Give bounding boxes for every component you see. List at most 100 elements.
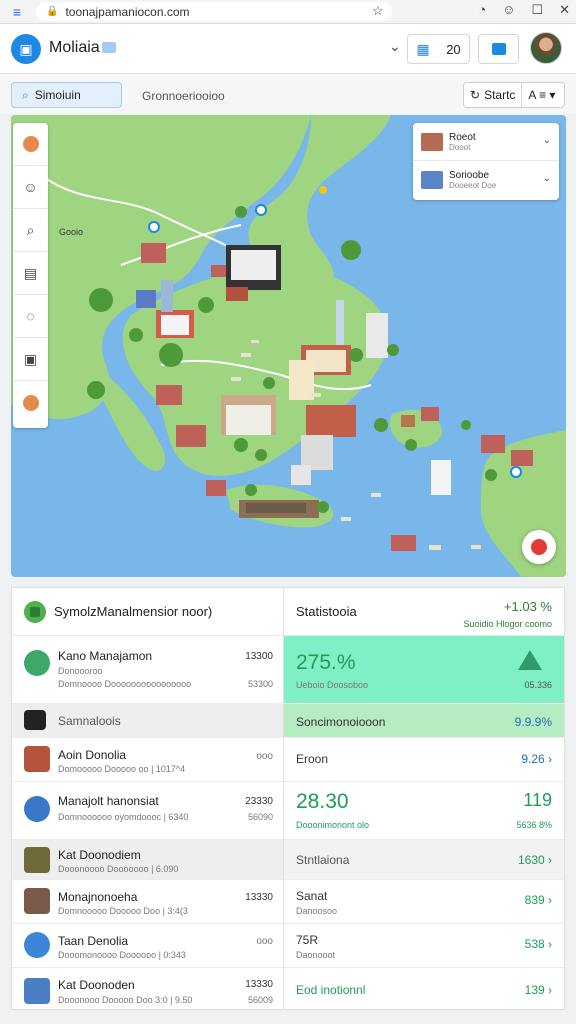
item-title: Manajolt hanonsiat: [58, 794, 159, 808]
item-title: Kat Doonoden: [58, 978, 135, 992]
maximize-icon[interactable]: ☐: [531, 2, 543, 18]
browser-controls: ◔ ☺ ☐ ✕: [478, 2, 570, 18]
item-value: 23330: [245, 796, 273, 807]
close-icon[interactable]: ✕: [559, 2, 570, 18]
record-icon: [531, 539, 547, 555]
trend-up-icon: [518, 650, 542, 670]
start-button[interactable]: ↻ Startc: [464, 83, 523, 107]
avatar[interactable]: [530, 32, 562, 64]
stat-right-sub: 5636 8%: [516, 820, 552, 830]
grid-icon: ▦: [416, 40, 430, 57]
item-value2: 56090: [247, 812, 273, 822]
map-tool-rail: ☺ ⌕ ▤ ◌ ▣: [13, 123, 48, 428]
chat-icon: ◌: [26, 308, 35, 324]
building-icon: [421, 132, 443, 151]
list-item[interactable]: Aoin Donolia Domooooo Dooooo oo | 1017^4…: [12, 738, 283, 782]
extension-icon[interactable]: ☺: [502, 2, 515, 18]
app-logo-icon[interactable]: ▣: [11, 34, 41, 64]
crate-icon: [24, 847, 50, 873]
layers-button[interactable]: [478, 34, 519, 64]
item-title: Aoin Donolia: [58, 748, 127, 762]
stat-label: Soncimonoiooon: [296, 715, 386, 729]
item-sub: Dooomonoooo Doooooo | 0:343: [58, 950, 186, 960]
title-badge: [102, 42, 116, 53]
stat-row[interactable]: Stntlaiona 1630 ›: [284, 840, 564, 880]
start-control[interactable]: ↻ Startc A ≡ ▾: [463, 82, 565, 108]
chat-button[interactable]: ◌: [13, 295, 48, 338]
stat-row[interactable]: 275.% Ueboio Doosoboo 05.336: [284, 636, 564, 704]
house-icon: [24, 888, 50, 914]
map-region-label: Gooio: [59, 227, 84, 237]
hamburger-icon[interactable]: ≡: [0, 4, 34, 20]
item-sub2: Domnoooo Doooooooooooooooo: [58, 679, 192, 689]
toolbar: ⌕ Simoiuin Gronnoeriooioo ↻ Startc A ≡ ▾: [0, 74, 576, 114]
list-item[interactable]: Monajnonoeha Domnooooo Dooooo Doo | 3:4(…: [12, 880, 283, 924]
smiley-button[interactable]: ☺: [13, 166, 48, 209]
layer-button[interactable]: [13, 123, 48, 166]
item-sub: Dooonooo Dooooo Doo 3:0 | 9.50: [58, 995, 193, 1005]
view-dropdown[interactable]: A ≡ ▾: [522, 88, 555, 102]
item-title: Monajnonoeha: [58, 890, 138, 904]
browser-bar: ≡ 🔒 toonajpamaniocon.com ☆ ◔ ☺ ☐ ✕: [0, 0, 576, 24]
stat-row[interactable]: Soncimonoiooon 9.9.9%: [284, 704, 564, 738]
stat-row[interactable]: Eroon 9.26 ›: [284, 738, 564, 782]
grid-count-button[interactable]: ▦ 20: [407, 34, 470, 64]
stat-sub: Ueboio Doosoboo: [296, 680, 369, 690]
tab-general[interactable]: Gronnoeriooioo: [142, 89, 225, 103]
stat-sub: Dooonimonont olo: [296, 820, 370, 830]
map-pin: [255, 204, 267, 216]
item-title: Kano Manajamon: [58, 649, 153, 663]
stat-right-big: 119: [523, 790, 552, 810]
list-item[interactable]: Manajolt hanonsiat Domnoooooo oyomdoooc …: [12, 782, 283, 840]
stat-big-value: 275.%: [296, 651, 356, 674]
address-bar[interactable]: 🔒 toonajpamaniocon.com: [36, 2, 392, 21]
map-pin: [319, 186, 327, 194]
screen-icon: ▣: [23, 350, 38, 367]
item-sub: Donoooroo: [58, 666, 103, 676]
building-icon: [421, 171, 443, 189]
list-item[interactable]: Kat Doonoden Dooonooo Dooooo Doo 3:0 | 9…: [12, 968, 283, 1014]
tower-icon: [24, 978, 50, 1004]
legend-title: Sorioobe: [449, 170, 490, 181]
stat-right-sub: 05.336: [524, 680, 552, 690]
lock-icon: 🔒: [46, 6, 59, 17]
stat-row[interactable]: 75R Daonooot 538 ›: [284, 924, 564, 968]
chevron-down-icon[interactable]: ⌄: [389, 38, 401, 55]
list-item[interactable]: Kano Manajamon Donoooroo Domnoooo Dooooo…: [12, 636, 283, 704]
management-icon: [24, 600, 46, 623]
map-view[interactable]: Gooio ☺ ⌕ ▤ ◌ ▣ Roeot Dooot ⌄ Sorioobe D…: [11, 115, 566, 577]
calendar-button[interactable]: ▤: [13, 252, 48, 295]
house-icon: [24, 746, 50, 772]
section-title: Samnaloois: [58, 714, 121, 728]
item-value2: 56009: [247, 995, 273, 1005]
list-item[interactable]: Taan Denolia Dooomonoooo Doooooo | 0:343…: [12, 924, 283, 968]
smiley-icon: ☺: [23, 179, 38, 195]
comment-icon[interactable]: ◔: [478, 2, 486, 18]
alert-icon: [22, 394, 39, 411]
search-map-button[interactable]: ⌕: [13, 209, 48, 252]
statistics-panel: Statistooia +1.03 % Suoidio Hlogor coomo…: [284, 587, 565, 1010]
stat-big-value: 28.30: [296, 790, 349, 813]
stat-value: 1630 ›: [517, 853, 552, 867]
app-title: Moliaia: [49, 39, 100, 56]
management-panel: SymolzManalmensior noor) Kano Manajamon …: [11, 587, 284, 1010]
simulation-tool-button[interactable]: ⌕ Simoiuin: [11, 82, 122, 108]
screen-button[interactable]: ▣: [13, 338, 48, 381]
record-button[interactable]: [522, 530, 556, 564]
star-icon[interactable]: ☆: [372, 3, 384, 19]
stat-row[interactable]: Sanat Danoosoo 839 ›: [284, 880, 564, 924]
stat-row[interactable]: 28.30 Dooonimonont olo 119 5636 8%: [284, 782, 564, 840]
legend-item[interactable]: Sorioobe Dooeeot Doe ⌄: [413, 161, 559, 199]
stat-label: Stntlaiona: [296, 853, 350, 867]
list-item[interactable]: Kat Doonodiem Dooonoooo Dooooooo | 6.090: [12, 840, 283, 880]
legend-item[interactable]: Roeot Dooot ⌄: [413, 123, 559, 161]
legend-sub: Dooeeot Doe: [449, 181, 497, 190]
stat-row[interactable]: Eod inotionnl 139 ›: [284, 968, 564, 1014]
chevron-down-icon: ⌄: [542, 173, 551, 184]
alert-button[interactable]: [13, 381, 48, 424]
stat-value: 839 ›: [524, 893, 552, 907]
stats-header: Statistooia +1.03 % Suoidio Hlogor coomo: [284, 588, 564, 636]
map-pin: [510, 466, 522, 478]
stat-value: 9.26 ›: [521, 752, 552, 766]
item-value: ooo: [256, 751, 273, 762]
